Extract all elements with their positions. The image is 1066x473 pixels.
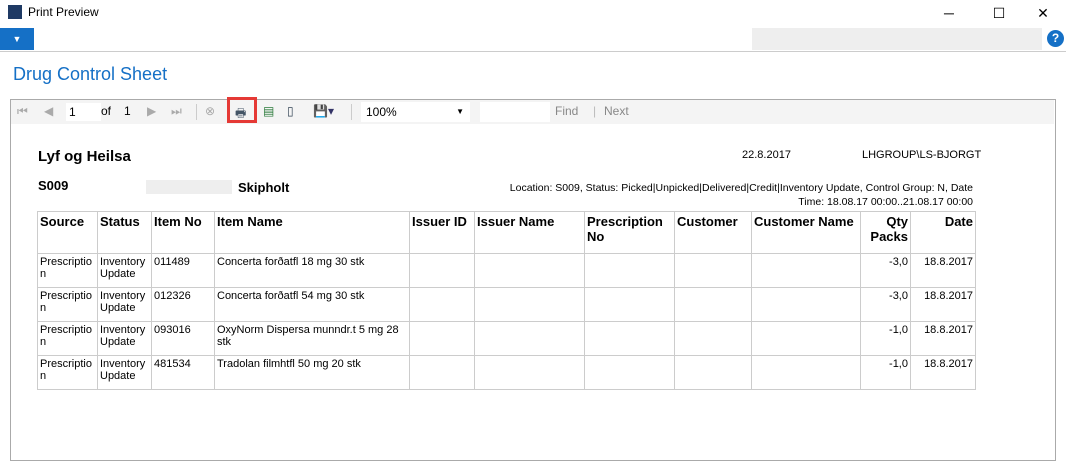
- table-cell: [751, 287, 861, 322]
- table-cell: [584, 287, 675, 322]
- table-cell: -1,0: [860, 355, 911, 390]
- divider: [0, 51, 1066, 52]
- column-header: Item No: [151, 211, 215, 254]
- table-cell: [474, 321, 585, 356]
- table-cell: Inventory Update: [97, 253, 152, 288]
- table-cell: [751, 355, 861, 390]
- table-cell: Prescription: [37, 321, 98, 356]
- report-toolbar: ⏮ ◀ 1 of 1 ▶ ⏭ ⊗ 🖶 ▤ ▯ 💾▾ 100% ▼ Find | N…: [11, 100, 1054, 124]
- table-cell: 093016: [151, 321, 215, 356]
- column-header: Date: [910, 211, 976, 254]
- zoom-value: 100%: [366, 105, 397, 119]
- table-cell: Prescription: [37, 355, 98, 390]
- table-cell: OxyNorm Dispersa munndr.t 5 mg 28 stk: [214, 321, 410, 356]
- app-icon: [8, 5, 22, 19]
- report-table: Source Status Item No Item Name Issuer ID Iss…: [37, 211, 976, 390]
- column-header: Customer: [674, 211, 752, 254]
- table-row: Prescription Inventory Update 011489 Concer…: [37, 253, 976, 288]
- minimize-button[interactable]: ─: [926, 0, 972, 26]
- table-cell: 011489: [151, 253, 215, 288]
- redacted-field: [146, 180, 232, 194]
- company-name: Lyf og Heilsa: [38, 148, 131, 165]
- table-row: Prescription Inventory Update 012326 Concer…: [37, 287, 976, 322]
- table-cell: [409, 355, 475, 390]
- column-header: Prescription No: [584, 211, 675, 254]
- page-number-input[interactable]: 1: [66, 103, 101, 121]
- table-row: Prescription Inventory Update 093016 OxyNor…: [37, 321, 976, 356]
- column-header: Item Name: [214, 211, 410, 254]
- close-button[interactable]: ✕: [1020, 0, 1066, 26]
- separator: |: [593, 104, 597, 118]
- table-cell: [474, 287, 585, 322]
- table-cell: [751, 321, 861, 356]
- table-cell: [674, 253, 752, 288]
- chevron-down-icon: ▼: [456, 107, 464, 116]
- table-cell: [409, 253, 475, 288]
- table-cell: 481534: [151, 355, 215, 390]
- table-cell: Inventory Update: [97, 321, 152, 356]
- filter-line-1: Location: S009, Status: Picked|Unpicked|…: [509, 182, 973, 194]
- menu-dropdown-button[interactable]: ▼: [0, 28, 34, 50]
- table-cell: Tradolan filmhtfl 50 mg 20 stk: [214, 355, 410, 390]
- table-cell: 012326: [151, 287, 215, 322]
- table-row: Prescription Inventory Update 481534 Tradol…: [37, 355, 976, 390]
- find-input[interactable]: [480, 102, 550, 122]
- table-cell: 18.8.2017: [910, 287, 976, 322]
- table-cell: [584, 321, 675, 356]
- find-button[interactable]: Find: [555, 104, 578, 118]
- next-button[interactable]: Next: [604, 104, 629, 118]
- report-user: LHGROUP\LS-BJORGT: [862, 149, 982, 161]
- previous-page-icon[interactable]: ◀: [44, 104, 53, 118]
- table-cell: [584, 355, 675, 390]
- print-highlight: [227, 97, 257, 123]
- column-header: Issuer ID: [409, 211, 475, 254]
- table-cell: [751, 253, 861, 288]
- report-date: 22.8.2017: [742, 149, 791, 161]
- column-header: Source: [37, 211, 98, 254]
- store-name: Skipholt: [238, 180, 290, 195]
- maximize-button[interactable]: ☐: [976, 0, 1022, 26]
- table-cell: [409, 321, 475, 356]
- page-title: Drug Control Sheet: [13, 64, 168, 84]
- filter-text: Location: S009, Status: Picked|Unpicked|…: [510, 181, 973, 209]
- export-icon[interactable]: 💾▾: [313, 104, 334, 118]
- zoom-select[interactable]: 100% ▼: [361, 102, 470, 122]
- filter-line-2: Time: 18.08.17 00:00..21.08.17 00:00: [798, 196, 973, 208]
- table-cell: 18.8.2017: [910, 253, 976, 288]
- table-cell: [674, 321, 752, 356]
- next-page-icon[interactable]: ▶: [147, 104, 156, 118]
- column-header: Status: [97, 211, 152, 254]
- table-cell: 18.8.2017: [910, 321, 976, 356]
- table-cell: -3,0: [860, 253, 911, 288]
- table-cell: Concerta forðatfl 18 mg 30 stk: [214, 253, 410, 288]
- table-cell: Prescription: [37, 287, 98, 322]
- table-cell: [409, 287, 475, 322]
- page-setup-icon[interactable]: ▤: [263, 104, 274, 118]
- first-page-icon[interactable]: ⏮: [17, 104, 28, 119]
- store-code: S009: [38, 178, 69, 193]
- help-icon[interactable]: ?: [1047, 30, 1064, 47]
- table-cell: [474, 253, 585, 288]
- table-cell: [674, 355, 752, 390]
- column-header: Qty Packs: [860, 211, 911, 254]
- ribbon-bar: [752, 28, 1042, 50]
- print-layout-icon[interactable]: ▯: [287, 104, 294, 118]
- table-cell: 18.8.2017: [910, 355, 976, 390]
- table-cell: -1,0: [860, 321, 911, 356]
- table-cell: Prescription: [37, 253, 98, 288]
- last-page-icon[interactable]: ⏭: [171, 104, 182, 119]
- table-cell: Inventory Update: [97, 287, 152, 322]
- table-cell: Concerta forðatfl 54 mg 30 stk: [214, 287, 410, 322]
- table-cell: -3,0: [860, 287, 911, 322]
- column-header: Issuer Name: [474, 211, 585, 254]
- table-cell: [474, 355, 585, 390]
- of-label: of: [101, 104, 112, 118]
- table-cell: Inventory Update: [97, 355, 152, 390]
- window-title: Print Preview: [28, 5, 99, 19]
- table-cell: [584, 253, 675, 288]
- total-pages: 1: [124, 104, 131, 118]
- stop-icon[interactable]: ⊗: [205, 104, 215, 118]
- column-header: Customer Name: [751, 211, 861, 254]
- table-cell: [674, 287, 752, 322]
